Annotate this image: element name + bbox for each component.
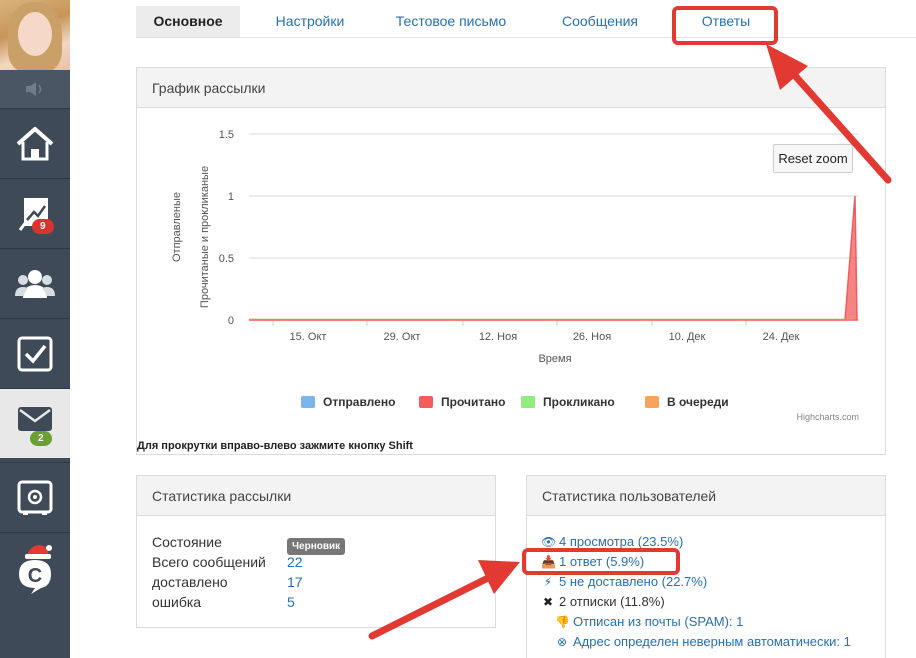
checkbox-icon [17, 336, 53, 371]
legend-swatch [521, 396, 535, 408]
cross-icon: ✖ [542, 595, 554, 609]
stat-value-total[interactable]: 22 [287, 554, 303, 570]
stat-label-error: ошибка [152, 594, 202, 610]
home-icon [16, 126, 54, 160]
legend-label: Прокликано [543, 395, 615, 409]
sound-toggle[interactable] [0, 70, 70, 108]
spam-unsubscribe-link[interactable]: 👎 Отписан из почты (SPAM): 1 [555, 614, 743, 629]
legend-label: В очереди [667, 395, 729, 409]
tab-test-letter[interactable]: Тестовое письмо [386, 6, 516, 37]
avatar[interactable] [0, 0, 70, 70]
replies-stat-highlight [522, 548, 680, 575]
x-tick-label: 24. Дек [763, 331, 800, 343]
legend-swatch [419, 396, 433, 408]
sidebar-item-home[interactable] [0, 108, 70, 178]
tab-settings[interactable]: Настройки [258, 6, 362, 37]
legend-label: Прочитано [441, 395, 505, 409]
speaker-icon [26, 82, 42, 96]
user-stats-title: Статистика пользователей [527, 476, 885, 516]
chart-panel-title: График рассылки [137, 68, 885, 108]
mailing-stats-panel: Статистика рассылки Состояние Черновик В… [136, 475, 496, 628]
x-tick-label: 29. Окт [384, 331, 421, 343]
tab-main[interactable]: Основное [136, 6, 240, 37]
y-tick-label: 0 [228, 315, 234, 327]
x-tick-label: 15. Окт [290, 331, 327, 343]
thumbs-down-icon: 👎 [555, 615, 570, 629]
sidebar-item-users[interactable] [0, 248, 70, 318]
views-link[interactable]: 👁 4 просмотра (23.5%) [541, 534, 683, 549]
bolt-icon: ⚡ [543, 575, 553, 589]
stat-value-delivered[interactable]: 17 [287, 574, 303, 590]
y-axis-title-line1: Отправленые [171, 192, 183, 262]
stat-label-total: Всего сообщений [152, 554, 266, 570]
y-tick-label: 1 [228, 191, 234, 203]
y-tick-label: 1.5 [219, 129, 234, 141]
scroll-hint: Для прокрутки вправо-влево зажмите кнопк… [137, 440, 413, 452]
sidebar: 9 2 C [0, 0, 70, 658]
safe-icon [17, 480, 53, 515]
tab-messages[interactable]: Сообщения [542, 6, 658, 37]
users-icon [15, 269, 55, 298]
y-axis-title-line2: Прочитаные и прокликаные [199, 166, 211, 308]
sidebar-item-safe[interactable] [0, 462, 70, 532]
replies-tab-highlight [672, 6, 778, 45]
sidebar-item-tasks[interactable] [0, 318, 70, 388]
stat-value-error[interactable]: 5 [287, 594, 295, 610]
stat-label-delivered: доставлено [152, 574, 228, 590]
status-badge: Черновик [287, 538, 346, 555]
envelope-icon [18, 406, 52, 431]
sidebar-item-brand[interactable]: C [0, 532, 70, 602]
stat-label-state: Состояние [152, 534, 222, 550]
chart-panel: График рассылки 1.5 1 0.5 0 15. Окт 29. Окт 12… [136, 67, 886, 455]
legend-swatch [645, 396, 659, 408]
sidebar-item-stats[interactable]: 9 [0, 178, 70, 248]
x-tick-label: 12. Ноя [479, 331, 517, 343]
x-tick-label: 26. Ноя [573, 331, 611, 343]
legend-label: Отправлено [323, 395, 395, 409]
mail-badge: 2 [30, 431, 52, 446]
reset-zoom-button[interactable]: Reset zoom [773, 144, 853, 173]
highcharts-credits: Highcharts.com [796, 412, 859, 422]
stats-badge: 9 [32, 219, 54, 234]
sidebar-item-mail[interactable]: 2 [0, 388, 70, 458]
x-axis-title: Время [538, 353, 571, 365]
mailing-stats-title: Статистика рассылки [137, 476, 495, 516]
unsubscribes-text: ✖ 2 отписки (11.8%) [542, 594, 665, 609]
svg-text:C: C [28, 565, 42, 587]
legend-swatch [301, 396, 315, 408]
not-delivered-link[interactable]: ⚡ 5 не доставлено (22.7%) [541, 574, 707, 589]
x-tick-label: 10. Дек [669, 331, 706, 343]
circle-x-icon: ⊗ [556, 635, 568, 649]
tab-bar: Основное Настройки Тестовое письмо Сообщ… [136, 6, 916, 38]
santa-logo-icon: C [19, 544, 52, 594]
avatar-face [18, 12, 52, 56]
eye-icon: 👁 [541, 535, 557, 549]
y-tick-label: 0.5 [219, 253, 234, 265]
invalid-address-link[interactable]: ⊗ Адрес определен неверным автоматически:… [555, 634, 851, 649]
